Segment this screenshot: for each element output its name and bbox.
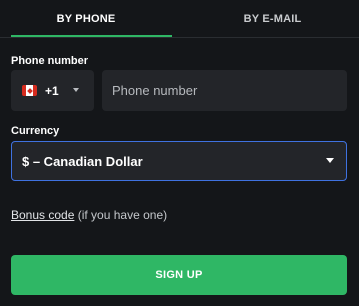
- bonus-code-link[interactable]: Bonus code: [11, 208, 74, 222]
- tab-by-phone[interactable]: BY PHONE: [0, 0, 172, 38]
- caret-down-icon: [326, 158, 334, 163]
- currency-label: Currency: [11, 125, 60, 137]
- phone-number-input[interactable]: [102, 70, 347, 111]
- tab-by-email-label: BY E-MAIL: [243, 13, 302, 25]
- bonus-code-row: Bonus code (if you have one): [11, 208, 167, 222]
- dial-code: +1: [45, 83, 59, 98]
- canada-flag-icon: [22, 85, 37, 96]
- currency-select[interactable]: $ – Canadian Dollar: [11, 141, 347, 181]
- tab-by-email[interactable]: BY E-MAIL: [186, 0, 359, 38]
- country-code-select[interactable]: +1: [11, 70, 94, 111]
- bonus-code-hint: (if you have one): [74, 208, 168, 222]
- chevron-down-icon: [73, 88, 79, 92]
- registration-tabs: BY PHONE BY E-MAIL: [0, 0, 359, 38]
- tab-by-phone-label: BY PHONE: [56, 13, 116, 25]
- tabs-divider: [0, 37, 359, 38]
- signup-form: BY PHONE BY E-MAIL Phone number +1 Curre…: [0, 0, 359, 306]
- phone-number-label: Phone number: [11, 55, 89, 67]
- currency-selected-value: $ – Canadian Dollar: [22, 153, 143, 169]
- sign-up-button[interactable]: SIGN UP: [11, 255, 347, 295]
